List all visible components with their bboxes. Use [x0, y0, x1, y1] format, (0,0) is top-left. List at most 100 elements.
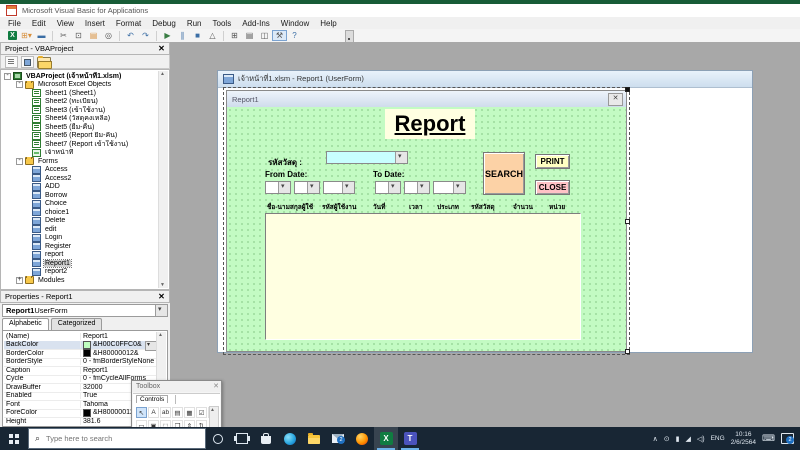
taskbar-search[interactable]: ⌕ — [28, 428, 206, 449]
project-explorer-icon[interactable]: ⊞ — [227, 30, 242, 41]
insert-userform-icon[interactable]: ⊞▾ — [19, 30, 34, 41]
tab-categorized[interactable]: Categorized — [51, 318, 103, 330]
combo-dropdown-icon[interactable] — [395, 152, 407, 163]
view-object-icon[interactable] — [21, 56, 34, 68]
report-heading-label[interactable]: Report — [385, 109, 475, 139]
break-icon[interactable]: ∥ — [175, 30, 190, 41]
menu-window[interactable]: Window — [281, 19, 309, 28]
microsoft-store-button[interactable] — [254, 427, 278, 450]
menu-edit[interactable]: Edit — [32, 19, 46, 28]
menu-tools[interactable]: Tools — [213, 19, 232, 28]
tree-item-sheet1[interactable]: Sheet1 (Sheet1) — [3, 89, 158, 98]
search-button[interactable]: SEARCH — [483, 152, 525, 195]
undo-icon[interactable]: ↶ — [123, 30, 138, 41]
from-day-combo[interactable] — [265, 181, 291, 194]
from-month-combo[interactable] — [294, 181, 320, 194]
from-year-combo[interactable] — [323, 181, 355, 194]
tree-scrollbar[interactable] — [158, 71, 168, 288]
menu-insert[interactable]: Insert — [85, 19, 105, 28]
combo-dropdown-icon[interactable] — [453, 182, 465, 193]
project-close-icon[interactable]: ✕ — [156, 44, 167, 54]
designer-titlebar[interactable]: เจ้าหน้าที่1.xlsm - Report1 (UserForm) — [218, 71, 752, 88]
textbox-control-icon[interactable]: ab — [160, 407, 171, 418]
menu-format[interactable]: Format — [116, 19, 141, 28]
combo-dropdown-icon[interactable] — [388, 182, 400, 193]
view-excel-icon[interactable]: X — [6, 29, 19, 42]
listbox-control-icon[interactable]: ▦ — [184, 407, 195, 418]
expander-icon[interactable] — [16, 158, 23, 165]
properties-object-selector[interactable]: Report1 UserForm — [2, 304, 168, 317]
mail-button[interactable]: 2 — [326, 427, 350, 450]
start-button[interactable] — [0, 427, 28, 450]
battery-icon[interactable]: ▮ — [676, 435, 680, 443]
touch-keyboard-icon[interactable]: ⌨ — [762, 433, 775, 444]
tree-item-sheet3[interactable]: Sheet3 (เข้าใช้งาน) — [3, 106, 158, 115]
help-icon[interactable]: ? — [287, 30, 302, 41]
task-view-button[interactable] — [230, 427, 254, 450]
edge-button[interactable] — [278, 427, 302, 450]
userform-report1[interactable]: Report1 ✕ Report รหัสวัสดุ : From Date: … — [226, 90, 627, 352]
tree-item-sheet6[interactable]: Sheet6 (Report ยืม-คืน) — [3, 132, 158, 141]
tree-item-workbook[interactable]: เจ้าหน้าที่ — [3, 149, 158, 158]
print-button[interactable]: PRINT — [535, 154, 570, 169]
tree-item-sheet5[interactable]: Sheet5 (ยืม-คืน) — [3, 123, 158, 132]
selection-handle-top-right[interactable] — [625, 87, 630, 92]
taskbar-clock[interactable]: 10:16 2/6/2564 — [731, 431, 756, 446]
tab-alphabetic[interactable]: Alphabetic — [2, 318, 49, 330]
action-center-icon[interactable]: 2 — [781, 433, 794, 444]
userform-close-icon[interactable]: ✕ — [608, 93, 623, 106]
taskbar-search-input[interactable] — [44, 433, 178, 444]
tree-item-form-add[interactable]: ADD — [3, 183, 158, 192]
checkbox-control-icon[interactable]: ☑ — [196, 407, 207, 418]
select-objects-icon[interactable]: ↖ — [136, 407, 147, 418]
tree-item-modules-folder[interactable]: Modules — [3, 276, 158, 285]
copy-icon[interactable]: ⊡ — [71, 30, 86, 41]
tree-item-form-access[interactable]: Access — [3, 166, 158, 175]
menu-file[interactable]: File — [8, 19, 21, 28]
tree-item-form-register[interactable]: Register — [3, 242, 158, 251]
redo-icon[interactable]: ↷ — [138, 30, 153, 41]
network-icon[interactable]: ◢ — [685, 435, 690, 443]
tree-item-form-report1-selected[interactable]: Report1 — [3, 259, 158, 268]
tree-item-form-login[interactable]: Login — [3, 234, 158, 243]
selection-handle-right[interactable] — [625, 219, 630, 224]
file-explorer-button[interactable] — [302, 427, 326, 450]
combo-dropdown-icon[interactable] — [342, 182, 354, 193]
tree-item-form-report2[interactable]: report2 — [3, 268, 158, 277]
combo-dropdown-icon[interactable] — [417, 182, 429, 193]
tree-item-forms-folder[interactable]: Forms — [3, 157, 158, 166]
tree-item-form-delete[interactable]: Delete — [3, 217, 158, 226]
paste-icon[interactable]: ▤ — [86, 30, 101, 41]
selector-dropdown-icon[interactable] — [155, 305, 167, 316]
selection-handle-bottom-right[interactable] — [625, 349, 630, 354]
results-listbox[interactable] — [265, 213, 581, 340]
language-indicator[interactable]: ENG — [711, 435, 725, 442]
menu-help[interactable]: Help — [320, 19, 336, 28]
combo-dropdown-icon[interactable] — [307, 182, 319, 193]
tree-item-form-edit[interactable]: edit — [3, 225, 158, 234]
reset-icon[interactable]: ■ — [190, 30, 205, 41]
find-icon[interactable]: ◎ — [101, 30, 116, 41]
teams-taskbar-button[interactable]: T — [398, 427, 422, 450]
tree-item-form-choice1[interactable]: choice1 — [3, 208, 158, 217]
toolbox-tab-controls[interactable]: Controls — [136, 395, 168, 403]
hidden-icons-chevron[interactable]: ∧ — [653, 435, 658, 443]
tree-item-vbaproject[interactable]: VBAProject (เจ้าหน้าที่1.xlsm) — [3, 72, 158, 81]
tree-item-sheet7[interactable]: Sheet7 (Report เข้าใช้งาน) — [3, 140, 158, 149]
run-icon[interactable]: ▶ — [160, 30, 175, 41]
expander-icon[interactable] — [16, 81, 23, 88]
toolbox-icon[interactable]: ⚒ — [272, 30, 287, 41]
properties-close-icon[interactable]: ✕ — [156, 292, 167, 302]
excel-taskbar-button[interactable]: X — [374, 427, 398, 450]
toolbox-titlebar[interactable]: Toolbox ✕ — [132, 381, 221, 392]
view-code-icon[interactable] — [5, 56, 18, 68]
material-code-combo[interactable] — [326, 151, 408, 164]
tree-item-form-borrow[interactable]: Borrow — [3, 191, 158, 200]
combobox-control-icon[interactable]: ▤ — [172, 407, 183, 418]
tree-item-sheet2[interactable]: Sheet2 (ทะเบียน) — [3, 98, 158, 107]
to-day-combo[interactable] — [375, 181, 401, 194]
expander-icon[interactable] — [4, 73, 11, 80]
menu-run[interactable]: Run — [187, 19, 202, 28]
to-month-combo[interactable] — [404, 181, 430, 194]
close-button[interactable]: CLOSE — [535, 180, 570, 195]
